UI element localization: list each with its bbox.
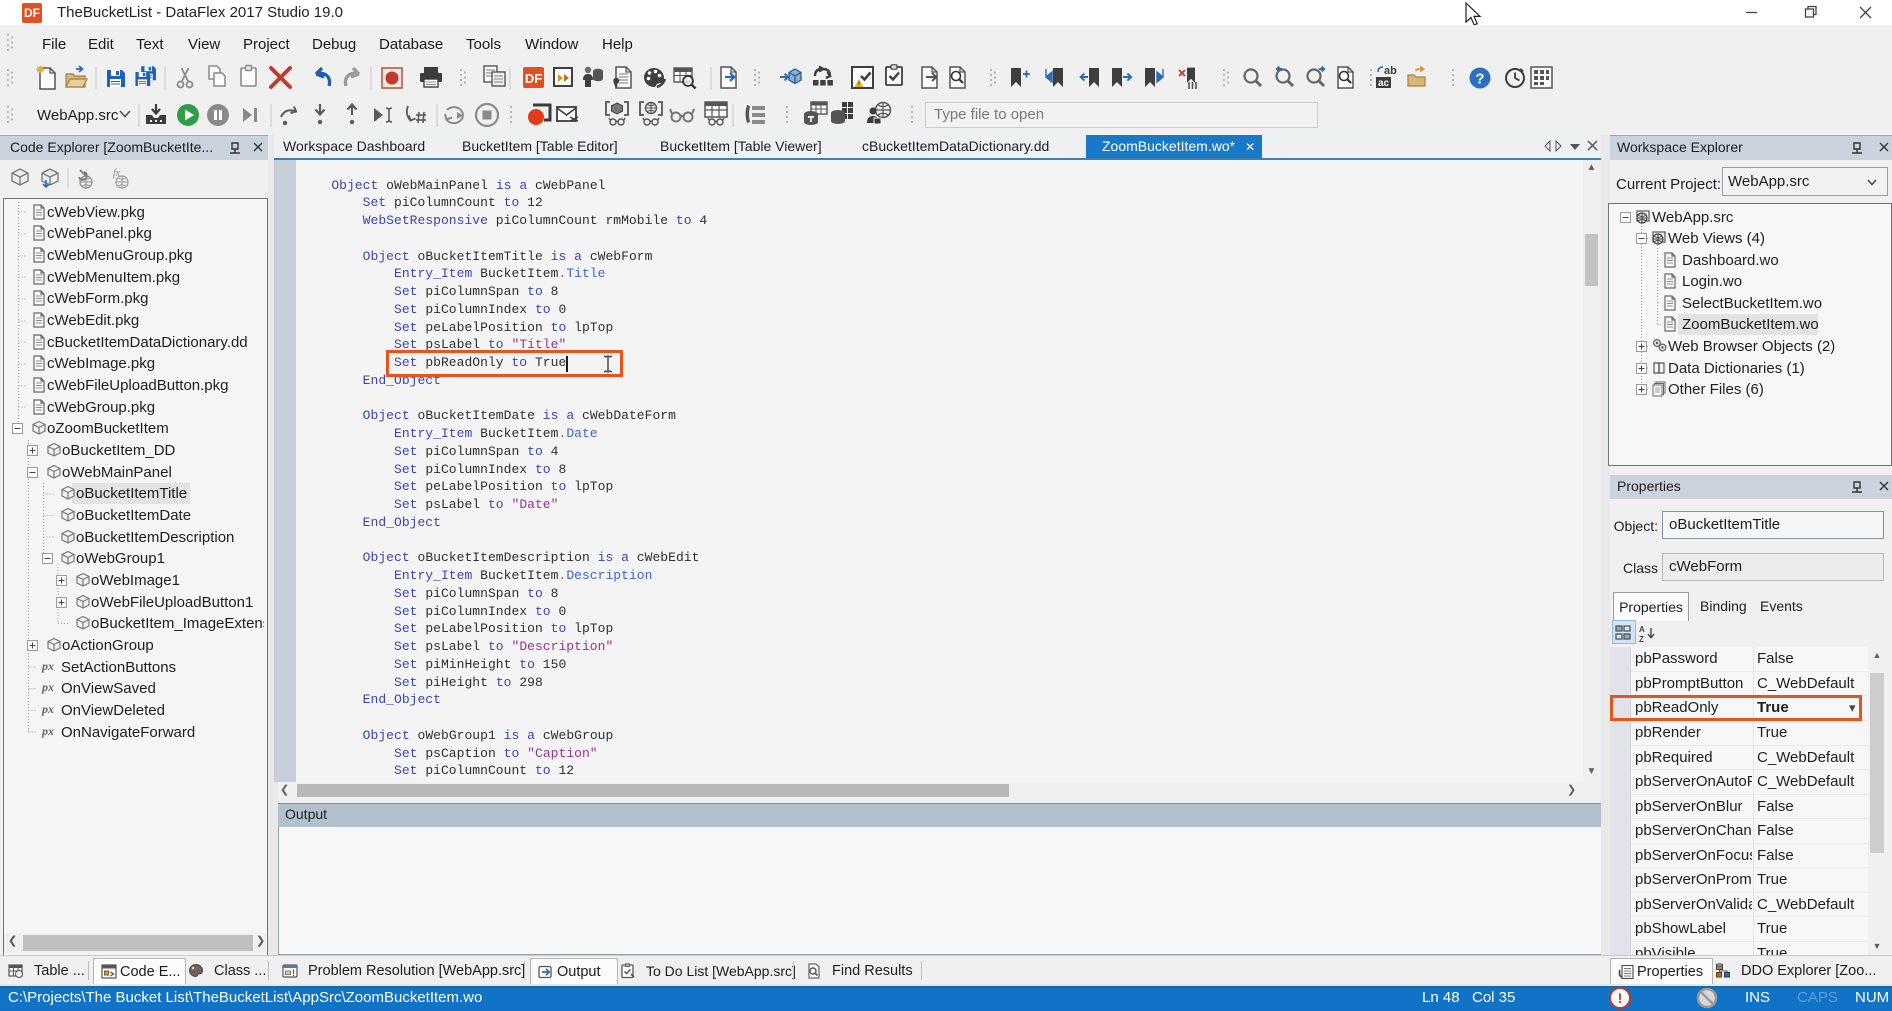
svg-text:fx: fx: [113, 168, 121, 179]
svg-text:!: !: [1618, 990, 1623, 1006]
svg-text:ab: ab: [1384, 65, 1397, 77]
svg-text:ac: ac: [1378, 78, 1390, 89]
svg-text:?: ?: [1475, 71, 1484, 88]
svg-text:A: A: [1639, 625, 1645, 634]
svg-text:Z: Z: [1639, 635, 1644, 644]
svg-text:DF: DF: [525, 71, 542, 86]
